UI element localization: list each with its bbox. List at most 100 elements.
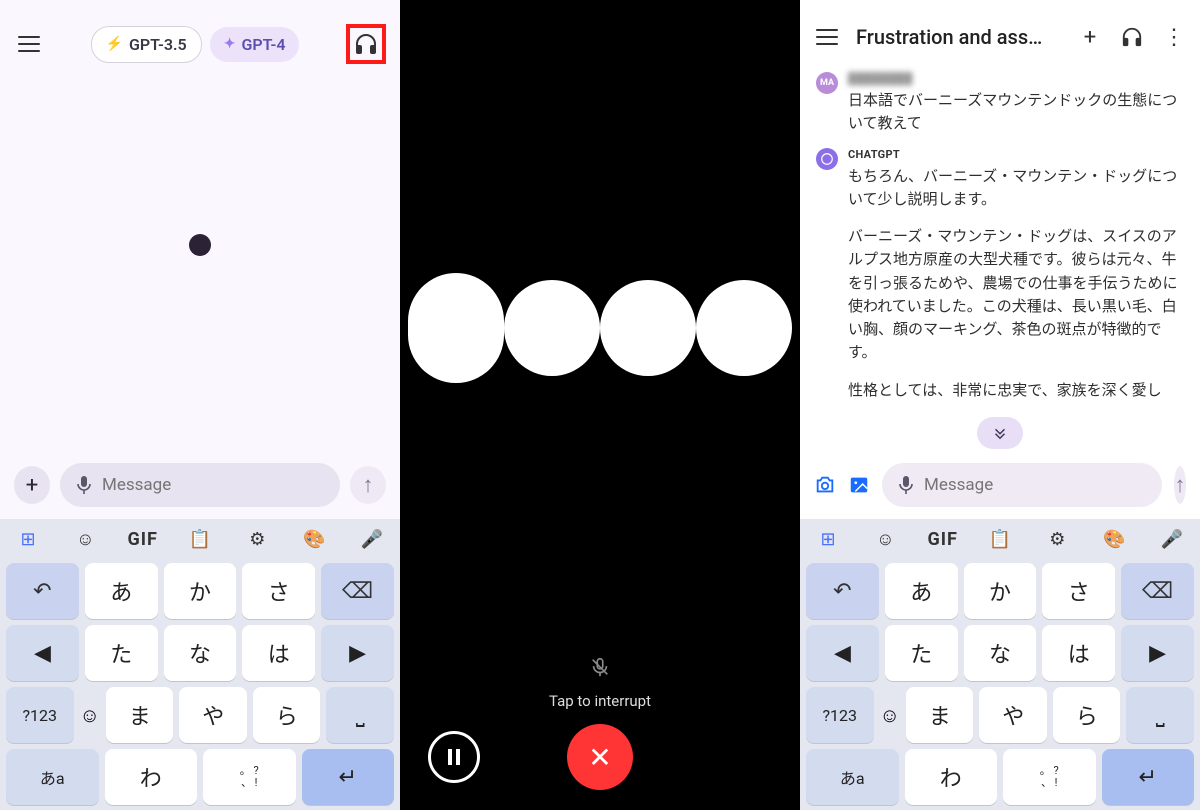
key-na[interactable]: な <box>964 625 1037 681</box>
clipboard-icon[interactable]: 📋 <box>984 529 1016 550</box>
key-left[interactable]: ◀ <box>806 625 879 681</box>
pause-button[interactable] <box>428 731 480 783</box>
pause-icon <box>448 749 460 765</box>
conversation-screen: Frustration and ass… + ⋮ MA ████████ 日本語… <box>800 0 1200 810</box>
send-button[interactable]: ↑ <box>1174 466 1186 504</box>
key-ta[interactable]: た <box>85 625 158 681</box>
key-punct[interactable]: 。 ?、 ! <box>1003 749 1096 805</box>
key-ha[interactable]: は <box>1042 625 1115 681</box>
arrow-up-icon: ↑ <box>1175 472 1186 498</box>
key-a[interactable]: あ <box>85 563 158 619</box>
palette-icon[interactable]: 🎨 <box>1099 529 1131 550</box>
more-vertical-icon: ⋮ <box>1163 25 1185 50</box>
settings-gear-icon[interactable]: ⚙ <box>241 529 273 550</box>
key-backspace[interactable]: ⌫ <box>321 563 394 619</box>
key-lang-toggle[interactable]: あa <box>806 749 899 805</box>
voice-mode-button[interactable] <box>346 24 386 64</box>
key-right[interactable]: ▶ <box>1121 625 1194 681</box>
camera-button[interactable] <box>814 474 836 496</box>
key-na[interactable]: な <box>164 625 237 681</box>
key-undo[interactable]: ↶ <box>6 563 79 619</box>
sticker-icon[interactable]: ☺ <box>869 529 901 550</box>
message-input[interactable] <box>102 475 324 495</box>
voice-blob-icon <box>696 280 792 376</box>
key-ma[interactable]: ま <box>906 687 974 743</box>
scroll-to-bottom-button[interactable] <box>977 417 1023 449</box>
menu-icon[interactable] <box>14 29 44 59</box>
add-button[interactable]: + <box>14 466 50 504</box>
key-backspace[interactable]: ⌫ <box>1121 563 1194 619</box>
send-button[interactable]: ↑ <box>350 466 386 504</box>
key-space[interactable]: ⎵ <box>1126 687 1194 743</box>
key-a[interactable]: あ <box>885 563 958 619</box>
header: Frustration and ass… + ⋮ <box>800 0 1200 62</box>
messages-list[interactable]: MA ████████ 日本語でバーニーズマウンテンドックの生態について教えて … <box>800 62 1200 455</box>
end-voice-button[interactable]: ✕ <box>567 724 633 790</box>
key-ya[interactable]: や <box>979 687 1047 743</box>
gif-button[interactable]: GIF <box>127 529 159 550</box>
voice-typing-icon[interactable]: 🎤 <box>356 529 388 550</box>
headphones-icon <box>354 32 378 56</box>
clipboard-icon[interactable]: 📋 <box>184 529 216 550</box>
tap-to-interrupt-label[interactable]: Tap to interrupt <box>549 692 651 710</box>
key-undo[interactable]: ↶ <box>806 563 879 619</box>
composer: + ↑ <box>0 455 400 519</box>
key-ya[interactable]: や <box>179 687 247 743</box>
gallery-button[interactable] <box>848 474 870 496</box>
menu-icon[interactable] <box>812 22 842 52</box>
key-enter[interactable]: ↵ <box>1102 749 1195 805</box>
bolt-icon: ⚡ <box>106 36 123 52</box>
voice-mode-screen: Tap to interrupt ✕ <box>400 0 800 810</box>
key-ta[interactable]: た <box>885 625 958 681</box>
key-ka[interactable]: か <box>164 563 237 619</box>
key-wa[interactable]: わ <box>105 749 198 805</box>
key-ra[interactable]: ら <box>1053 687 1121 743</box>
key-punct[interactable]: 。 ?、 ! <box>203 749 296 805</box>
avatar <box>816 148 838 170</box>
gif-button[interactable]: GIF <box>927 529 959 550</box>
key-right[interactable]: ▶ <box>321 625 394 681</box>
message-input[interactable] <box>924 475 1146 495</box>
new-chat-button[interactable]: + <box>1076 25 1104 50</box>
grid-apps-icon[interactable]: ⊞ <box>12 529 44 550</box>
mic-icon[interactable] <box>898 475 914 495</box>
key-emoji[interactable]: ☺ <box>880 687 900 743</box>
key-symbols[interactable]: ?123 <box>6 687 74 743</box>
more-menu-button[interactable]: ⋮ <box>1160 25 1188 50</box>
key-enter[interactable]: ↵ <box>302 749 395 805</box>
key-ka[interactable]: か <box>964 563 1037 619</box>
chevron-double-down-icon <box>991 424 1009 442</box>
key-symbols[interactable]: ?123 <box>806 687 874 743</box>
key-ha[interactable]: は <box>242 625 315 681</box>
key-left[interactable]: ◀ <box>6 625 79 681</box>
model-chip-gpt4[interactable]: ✦ GPT-4 <box>210 27 300 62</box>
mic-icon[interactable] <box>76 475 92 495</box>
model-label: GPT-3.5 <box>129 35 187 54</box>
plus-icon: + <box>26 473 38 498</box>
message-text: もちろん、バーニーズ・マウンテン・ドッグについて少し説明します。 バーニーズ・マ… <box>848 165 1184 402</box>
keyboard: ⊞ ☺ GIF 📋 ⚙ 🎨 🎤 ↶ あ か さ ⌫ ◀ た な は ▶ ?123… <box>800 519 1200 810</box>
sticker-icon[interactable]: ☺ <box>69 529 101 550</box>
palette-icon[interactable]: 🎨 <box>299 529 331 550</box>
key-space[interactable]: ⎵ <box>326 687 394 743</box>
grid-apps-icon[interactable]: ⊞ <box>812 529 844 550</box>
voice-blob-icon <box>504 280 600 376</box>
message-input-container[interactable] <box>882 463 1162 507</box>
conversation-title[interactable]: Frustration and ass… <box>856 25 1062 49</box>
key-sa[interactable]: さ <box>242 563 315 619</box>
mic-muted-icon <box>589 656 611 678</box>
settings-gear-icon[interactable]: ⚙ <box>1041 529 1073 550</box>
key-ra[interactable]: ら <box>253 687 321 743</box>
key-lang-toggle[interactable]: あa <box>6 749 99 805</box>
message-input-container[interactable] <box>60 463 340 507</box>
key-sa[interactable]: さ <box>1042 563 1115 619</box>
voice-typing-icon[interactable]: 🎤 <box>1156 529 1188 550</box>
composer: ↑ <box>800 455 1200 519</box>
key-ma[interactable]: ま <box>106 687 174 743</box>
voice-mode-button[interactable] <box>1118 26 1146 48</box>
header: ⚡ GPT-3.5 ✦ GPT-4 <box>0 0 400 74</box>
key-wa[interactable]: わ <box>905 749 998 805</box>
model-chip-gpt35[interactable]: ⚡ GPT-3.5 <box>91 26 202 63</box>
key-emoji[interactable]: ☺ <box>80 687 100 743</box>
openai-logo-icon <box>820 152 834 166</box>
